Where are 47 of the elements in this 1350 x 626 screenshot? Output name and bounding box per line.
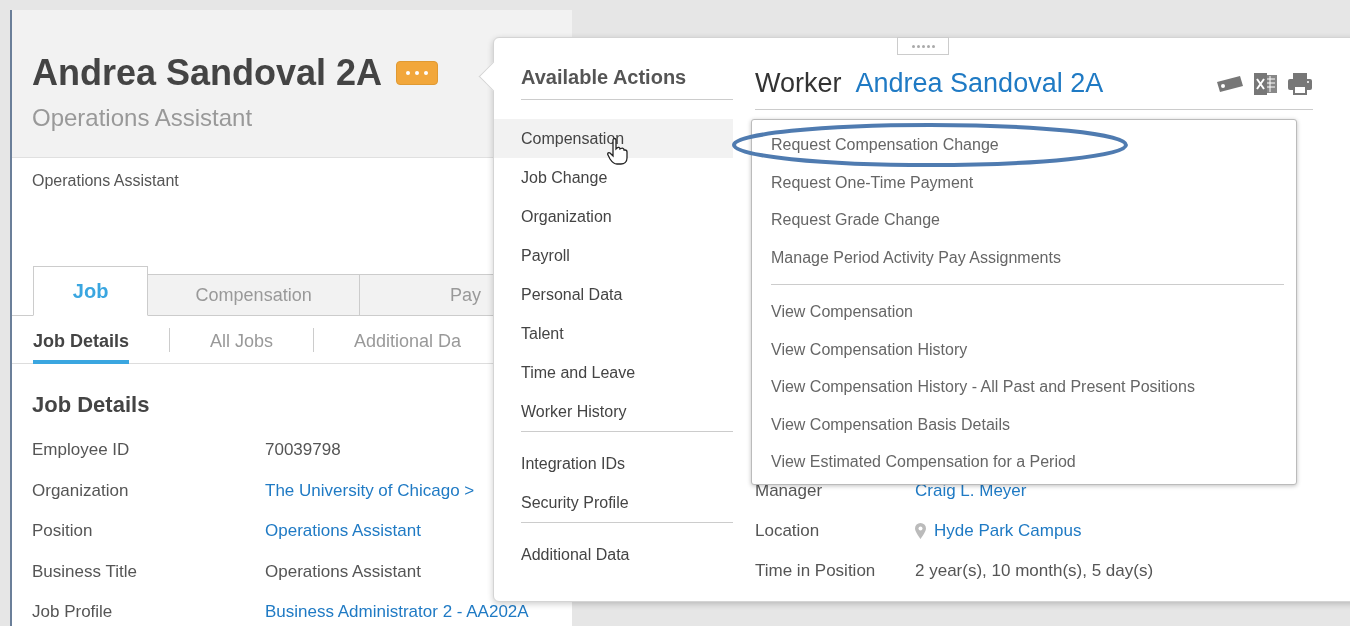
field-value: Operations Assistant <box>265 561 421 582</box>
field-value: 70039798 <box>265 440 341 461</box>
action-item[interactable]: Time and Leave <box>494 353 733 392</box>
action-item[interactable]: Additional Data <box>494 535 733 574</box>
action-item[interactable]: Security Profile <box>494 483 733 522</box>
submenu-item[interactable]: Request Grade Change <box>771 201 1284 239</box>
action-item[interactable]: Payroll <box>494 236 733 275</box>
worker-title: Operations Assistant <box>32 104 254 132</box>
field-label: Job Profile <box>32 602 114 623</box>
submenu-item[interactable]: Request Compensation Change <box>771 126 1284 164</box>
submenu-item[interactable]: Request One-Time Payment <box>771 163 1284 201</box>
submenu-item[interactable]: View Estimated Compensation for a Period <box>771 443 1284 481</box>
submenu-item[interactable]: View Compensation History <box>771 330 1284 368</box>
print-icon[interactable] <box>1287 71 1313 96</box>
action-item[interactable]: Compensation <box>494 119 733 158</box>
field-link[interactable]: Operations Assistant <box>265 521 421 542</box>
action-item[interactable]: Worker History <box>494 392 733 431</box>
manager-link[interactable]: Craig L. Meyer <box>915 481 1027 501</box>
action-item[interactable]: Talent <box>494 314 733 353</box>
field-label: Time in Position <box>755 561 877 581</box>
subtab[interactable]: Job Details <box>33 319 130 364</box>
field-label: Business Title <box>32 561 138 582</box>
field-label: Location <box>755 521 821 541</box>
field-label: Organization <box>32 480 130 501</box>
worker-label: Worker <box>755 68 842 99</box>
submenu-item[interactable]: Manage Period Activity Pay Assignments <box>771 238 1284 276</box>
section-title: Job Details <box>32 392 150 417</box>
submenu-item[interactable]: View Compensation Basis Details <box>771 405 1284 443</box>
field-label: Position <box>32 521 94 542</box>
field-link[interactable]: The University of Chicago > <box>265 480 475 501</box>
submenu-item[interactable]: View Compensation <box>771 293 1284 331</box>
action-item[interactable]: Job Change <box>494 158 733 197</box>
position-text: Operations Assistant <box>32 172 179 189</box>
field-label: Employee ID <box>32 440 131 461</box>
field-link[interactable]: Business Administrator 2 - AA202A <box>265 602 529 623</box>
drag-handle-icon[interactable] <box>897 37 949 55</box>
field-value: 2 year(s), 10 month(s), 5 day(s) <box>915 561 1154 581</box>
location-link[interactable]: Hyde Park Campus <box>934 521 1082 541</box>
worker-name: Andrea Sandoval 2A <box>32 52 383 94</box>
submenu-item[interactable]: View Compensation History - All Past and Present Positions <box>771 368 1284 406</box>
location-pin-icon <box>915 523 926 539</box>
actions-title: Available Actions <box>521 66 733 100</box>
action-item[interactable]: Integration IDs <box>494 444 733 483</box>
field-label: Manager <box>755 481 824 501</box>
worker-link[interactable]: Andrea Sandoval 2A <box>855 68 1104 99</box>
spreadsheet-icon[interactable] <box>1253 71 1279 96</box>
action-item[interactable]: Organization <box>494 197 733 236</box>
